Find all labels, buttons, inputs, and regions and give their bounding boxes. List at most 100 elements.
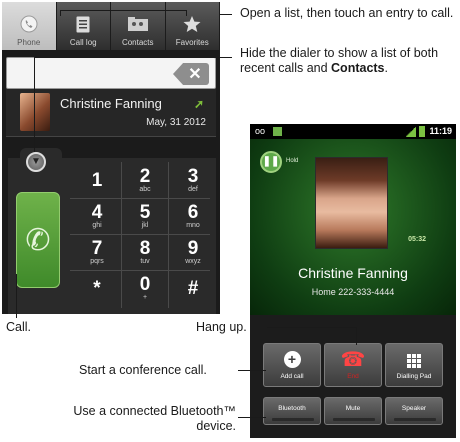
phone-icon	[19, 14, 39, 34]
bluetooth-label: Bluetooth	[278, 405, 306, 412]
dialpad-key-5[interactable]: 5 jkl	[120, 199, 170, 233]
key-digit: 4	[91, 201, 103, 223]
call-button[interactable]: ✆	[16, 192, 60, 288]
dialpad-key-9[interactable]: 9 wxyz	[168, 235, 218, 269]
callout-line	[16, 274, 17, 318]
callout-line	[220, 14, 232, 15]
dialpad-button[interactable]: Dialling Pad	[385, 343, 443, 387]
key-letters: abc	[139, 185, 151, 193]
key-digit: 8	[139, 237, 151, 259]
key-digit: 0	[139, 273, 151, 295]
bluetooth-toggle[interactable]: Bluetooth	[263, 397, 321, 425]
call-timer: 05:32	[408, 236, 426, 243]
status-bar: ᴏᴏ 11:19	[250, 124, 456, 139]
dialpad: ✆ 1 2 abc 3 def 4 ghi 5 jkl 6 mno 7 pqrs 8 tuv …	[8, 158, 216, 314]
add-call-button[interactable]: + Add call	[263, 343, 321, 387]
dialpad-key-3[interactable]: 3 def	[168, 163, 218, 197]
voicemail-icon: ᴏᴏ	[255, 126, 266, 136]
recent-call-name: Christine Fanning	[60, 96, 162, 111]
dialpad-key-2[interactable]: 2 abc	[120, 163, 170, 197]
end-call-label: End	[347, 373, 359, 380]
pause-icon: ❚❚	[262, 156, 280, 167]
mute-label: Mute	[345, 405, 361, 412]
number-input[interactable]: ✕	[6, 57, 216, 89]
callout-hang-up: Hang up.	[196, 320, 247, 334]
phone-handset-icon: ✆	[25, 223, 51, 257]
signal-icon	[406, 126, 416, 137]
callout-line	[238, 370, 266, 371]
hold-button[interactable]: ❚❚	[260, 151, 282, 173]
callout-line	[238, 417, 266, 418]
speaker-label: Speaker	[401, 405, 427, 412]
dialpad-key-6[interactable]: 6 mno	[168, 199, 218, 233]
backspace-button[interactable]: ✕	[173, 63, 209, 85]
key-letters: tuv	[140, 257, 150, 265]
add-icon: +	[283, 351, 301, 368]
key-digit: 2	[139, 165, 151, 187]
callout-conference: Start a conference call.	[79, 363, 207, 377]
callout-bluetooth: Use a connected Bluetooth™ device.	[56, 404, 236, 434]
key-digit: 7	[91, 237, 103, 259]
callout-hide-dialer: Hide the dialer to show a list of both r…	[240, 46, 458, 76]
list-icon	[73, 14, 93, 34]
dialpad-key-star[interactable]: *	[72, 271, 122, 305]
callout-line	[60, 10, 61, 16]
contacts-icon	[127, 14, 148, 34]
hide-dialer-button[interactable]: ▼	[26, 152, 46, 172]
key-letters: pqrs	[90, 257, 104, 265]
chevron-down-icon: ▼	[31, 156, 41, 167]
tab-label: Call log	[69, 38, 97, 47]
key-digit: 1	[91, 169, 103, 191]
dialpad-label: Dialling Pad	[396, 373, 432, 380]
add-call-label: Add call	[280, 373, 304, 380]
toggle-indicator	[333, 418, 375, 421]
recent-call-date: May, 31 2012	[146, 117, 206, 128]
dialpad-key-4[interactable]: 4 ghi	[72, 199, 122, 233]
end-call-icon: ☎	[340, 349, 366, 371]
incall-screen: ᴏᴏ 11:19 ❚❚ Hold 05:32 Christine Fanning…	[250, 124, 456, 438]
key-digit: #	[187, 277, 199, 299]
dialpad-icon	[407, 354, 421, 368]
key-letters: mno	[186, 221, 200, 229]
key-digit: 9	[187, 237, 199, 259]
key-digit: 6	[187, 201, 199, 223]
caller-photo	[315, 157, 388, 249]
key-letters: wxyz	[185, 257, 201, 265]
hold-label: Hold	[286, 158, 299, 164]
call-info-area: ❚❚ Hold 05:32 Christine Fanning Home 222…	[250, 139, 456, 315]
close-icon: ✕	[188, 66, 202, 83]
callout-open-list: Open a list, then touch an entry to call…	[240, 6, 454, 20]
tab-label: Phone	[17, 38, 41, 47]
dialpad-key-8[interactable]: 8 tuv	[120, 235, 170, 269]
callout-call: Call.	[6, 320, 32, 334]
dialer-screen: Phone Call log Contacts Favorites ✕ Chri…	[2, 2, 220, 314]
end-call-button[interactable]: ☎ End	[324, 343, 382, 387]
caller-name: Christine Fanning	[298, 265, 408, 281]
dialpad-key-hash[interactable]: #	[168, 271, 218, 305]
mute-toggle[interactable]: Mute	[324, 397, 382, 425]
key-letters: jkl	[141, 221, 149, 229]
caller-number: Home 222-333-4444	[311, 287, 395, 297]
battery-icon	[419, 126, 425, 137]
dialpad-key-7[interactable]: 7 pqrs	[72, 235, 122, 269]
callout-line	[267, 327, 357, 328]
tab-label: Favorites	[175, 38, 209, 47]
dialpad-key-1[interactable]: 1	[72, 163, 122, 197]
key-digit: 5	[139, 201, 151, 223]
status-time: 11:19	[429, 126, 452, 136]
callout-bluetooth-line2: device.	[196, 419, 236, 433]
key-letters: ghi	[92, 221, 102, 229]
toggle-indicator	[272, 418, 314, 421]
key-digit: 3	[187, 165, 199, 187]
tab-phone[interactable]: Phone	[2, 2, 57, 50]
key-digit: *	[93, 277, 101, 299]
toggle-indicator	[394, 418, 436, 421]
callout-bluetooth-line1: Use a connected Bluetooth™	[73, 404, 236, 418]
recent-call-item[interactable]: Christine Fanning ➚ May, 31 2012	[6, 89, 216, 137]
tab-label: Contacts	[121, 38, 154, 47]
callout-contacts-bold: Contacts	[331, 61, 385, 75]
notification-icon	[273, 127, 282, 136]
speaker-toggle[interactable]: Speaker	[385, 397, 443, 425]
dialpad-key-0[interactable]: 0 +	[120, 271, 170, 305]
outgoing-call-icon: ➚	[193, 97, 204, 111]
